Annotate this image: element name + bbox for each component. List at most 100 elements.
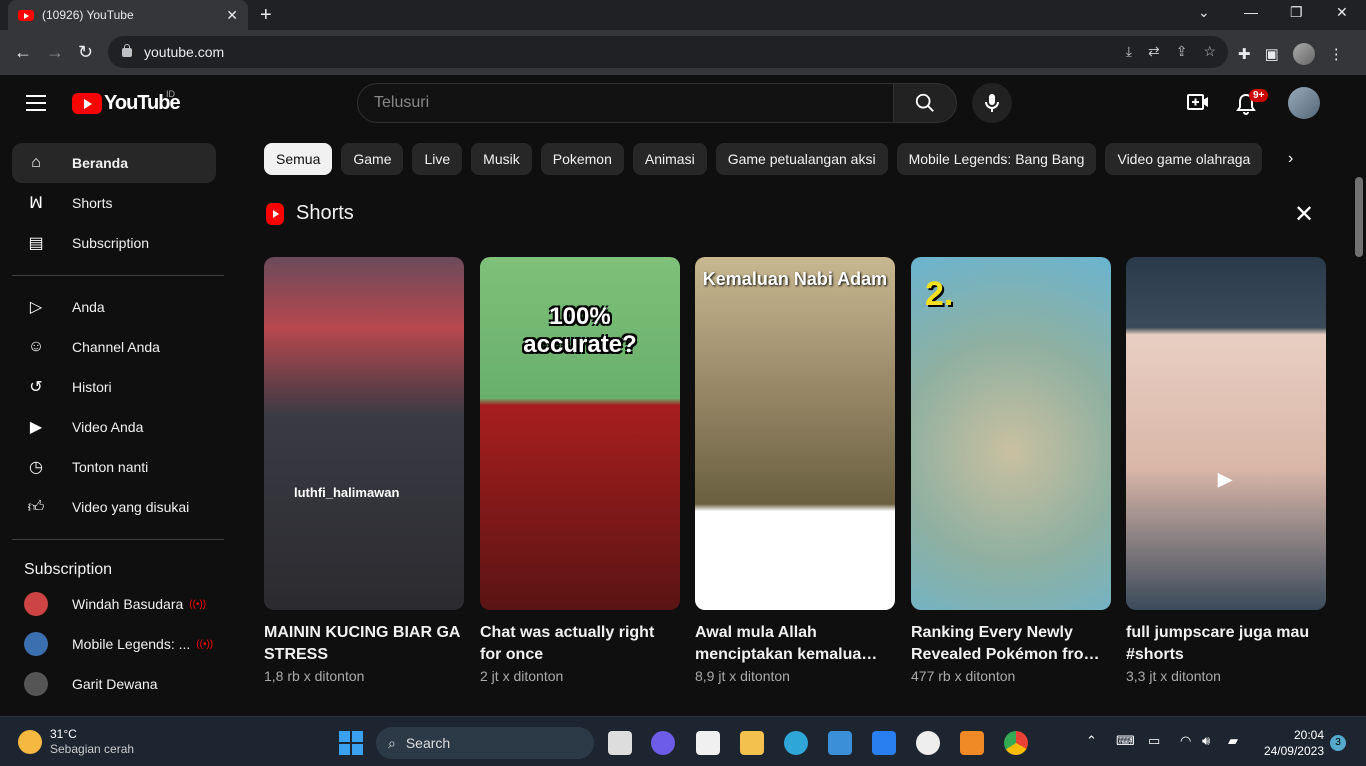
chip-musik[interactable]: Musik <box>471 143 532 175</box>
short-title[interactable]: full jumpscare juga mau #shorts <box>1126 622 1326 666</box>
short-title[interactable]: Chat was actually right for once <box>480 622 680 666</box>
weather-widget[interactable]: 31°C Sebagian cerah <box>18 727 134 757</box>
partly-sunny-icon <box>18 730 42 754</box>
chrome-icon[interactable] <box>1004 731 1028 755</box>
wifi-icon[interactable]: ◠ <box>1180 733 1191 749</box>
short-thumbnail[interactable]: Kemaluan Nabi Adam <box>695 257 895 610</box>
mail-icon[interactable] <box>828 731 852 755</box>
sidebar-item-label: Beranda <box>72 155 129 171</box>
short-card[interactable]: 2. Ranking Every Newly Revealed Pokémon … <box>911 257 1111 684</box>
browser-tab-bar: (10926) YouTube ✕ + ⌄ — ❐ ✕ <box>0 0 1366 30</box>
short-card[interactable]: 100% accurate? Chat was actually right f… <box>480 257 680 684</box>
temperature: 31°C <box>50 727 77 741</box>
system-clock[interactable]: 20:04 24/09/2023 <box>1256 727 1324 759</box>
new-tab-icon[interactable]: + <box>260 4 272 27</box>
page-scrollbar[interactable] <box>1352 75 1366 716</box>
menu-icon[interactable] <box>26 95 46 116</box>
play-icon[interactable]: ▶ <box>1218 469 1232 490</box>
install-icon[interactable]: ⤓ <box>1126 43 1132 60</box>
account-avatar[interactable] <box>1288 87 1320 119</box>
browser-menu-icon[interactable]: ⋮ <box>1329 45 1344 63</box>
voice-search-button[interactable] <box>972 83 1012 123</box>
search-label: Search <box>405 735 451 751</box>
subscription-garit-dewana[interactable]: Garit Dewana <box>12 664 216 704</box>
bookmark-star-icon[interactable]: ☆ <box>1203 43 1216 60</box>
subscription-mobile-legends[interactable]: Mobile Legends: ... ((•)) <box>12 624 216 664</box>
short-thumbnail[interactable]: luthfi_halimawan <box>264 257 464 610</box>
volume-icon[interactable]: 🔊︎ <box>1202 733 1210 749</box>
chip-game-petualangan-aksi[interactable]: Game petualangan aksi <box>715 143 888 175</box>
chip-semua[interactable]: Semua <box>264 143 333 175</box>
chip-mobile-legends[interactable]: Mobile Legends: Bang Bang <box>896 143 1097 175</box>
search-input[interactable]: Telusuri <box>357 83 894 123</box>
back-icon[interactable]: ← <box>14 42 32 63</box>
close-window-icon[interactable]: ✕ <box>1336 4 1348 21</box>
short-thumbnail[interactable]: 2. <box>911 257 1111 610</box>
chip-game[interactable]: Game <box>341 143 404 175</box>
sidebar-item-histori[interactable]: ↺ Histori <box>12 367 216 407</box>
task-view-icon[interactable] <box>608 731 632 755</box>
notification-count-badge[interactable]: 3 <box>1330 735 1346 751</box>
chat-icon[interactable] <box>651 731 675 755</box>
short-card[interactable]: Kemaluan Nabi Adam Awal mula Allah menci… <box>695 257 895 684</box>
sidebar-item-tonton-nanti[interactable]: ◷ Tonton nanti <box>12 447 216 487</box>
chip-live[interactable]: Live <box>412 143 463 175</box>
browser-profile-avatar[interactable] <box>1292 43 1315 65</box>
media-player-icon[interactable] <box>916 731 940 755</box>
sidebar-item-video-disukai[interactable]: 👍︎ Video yang disukai <box>12 487 216 527</box>
scrollbar-thumb[interactable] <box>1355 177 1363 257</box>
minimize-icon[interactable]: — <box>1244 4 1258 20</box>
forward-icon[interactable]: → <box>46 42 64 63</box>
short-title[interactable]: Ranking Every Newly Revealed Pokémon fro… <box>911 622 1111 666</box>
chevron-right-icon[interactable]: › <box>1288 150 1293 168</box>
sublime-text-icon[interactable] <box>960 731 984 755</box>
address-bar[interactable]: youtube.com ⤓ ⇄ ⇪ ☆ <box>108 36 1228 68</box>
taskbar-search[interactable]: ⌕ Search <box>376 727 594 759</box>
chip-animasi[interactable]: Animasi <box>632 143 707 175</box>
short-card[interactable]: luthfi_halimawan MAININ KUCING BIAR GA S… <box>264 257 464 684</box>
battery-tray-icon[interactable]: ▭ <box>1148 733 1160 749</box>
close-shelf-icon[interactable]: ✕ <box>1294 200 1314 229</box>
chip-pokemon[interactable]: Pokemon <box>540 143 624 175</box>
search-icon: ⌕ <box>388 734 396 751</box>
battery-icon[interactable]: ▰ <box>1228 733 1238 749</box>
sidebar-item-anda[interactable]: ▷ Anda <box>12 287 216 327</box>
chevron-up-icon[interactable]: ⌃ <box>1086 733 1097 749</box>
amazon-icon[interactable] <box>696 731 720 755</box>
short-thumbnail[interactable]: 100% accurate? <box>480 257 680 610</box>
guide-sidebar: ⌂ Beranda ꟽ Shorts ▤ Subscription ▷ Anda… <box>0 131 240 716</box>
edge-icon[interactable] <box>784 731 808 755</box>
short-views: 477 rb x ditonton <box>911 668 1016 684</box>
windows-start-icon[interactable] <box>339 731 363 755</box>
subscription-windah-basudara[interactable]: Windah Basudara ((•)) <box>12 584 216 624</box>
sidebar-item-shorts[interactable]: ꟽ Shorts <box>12 183 216 223</box>
keyboard-icon[interactable]: ⌨ <box>1116 733 1135 749</box>
dropbox-icon[interactable] <box>872 731 896 755</box>
extensions-icon[interactable]: ✚ <box>1238 45 1251 63</box>
short-title[interactable]: MAININ KUCING BIAR GA STRESS <box>264 622 464 666</box>
sidebar-item-beranda[interactable]: ⌂ Beranda <box>12 143 216 183</box>
tab-search-icon[interactable]: ⌄ <box>1198 4 1210 21</box>
sidebar-item-label: Video Anda <box>72 419 144 435</box>
live-indicator-icon: ((•)) <box>196 638 214 650</box>
share-icon[interactable]: ⇪ <box>1176 43 1188 60</box>
short-views: 1,8 rb x ditonton <box>264 668 365 684</box>
create-video-icon[interactable] <box>1187 93 1209 117</box>
sidebar-item-video-anda[interactable]: ▶ Video Anda <box>12 407 216 447</box>
short-title[interactable]: Awal mula Allah menciptakan kemalua… <box>695 622 895 666</box>
file-explorer-icon[interactable] <box>740 731 764 755</box>
short-card[interactable]: ▶ full jumpscare juga mau #shorts 3,3 jt… <box>1126 257 1326 684</box>
close-tab-icon[interactable]: ✕ <box>226 7 238 24</box>
browser-tab[interactable]: (10926) YouTube ✕ <box>8 0 248 30</box>
youtube-logo[interactable]: YouTube ID <box>72 89 181 115</box>
sidebar-item-label: Tonton nanti <box>72 459 149 475</box>
reload-icon[interactable]: ↻ <box>78 42 93 63</box>
chip-video-game-olahraga[interactable]: Video game olahraga <box>1105 143 1263 175</box>
translate-icon[interactable]: ⇄ <box>1148 43 1160 60</box>
sidebar-item-channel-anda[interactable]: ☺ Channel Anda <box>12 327 216 367</box>
short-thumbnail[interactable]: ▶ <box>1126 257 1326 610</box>
restore-icon[interactable]: ❐ <box>1290 4 1303 21</box>
side-panel-icon[interactable]: ▣ <box>1265 45 1279 63</box>
search-button[interactable] <box>893 83 957 123</box>
sidebar-item-subscription[interactable]: ▤ Subscription <box>12 223 216 263</box>
